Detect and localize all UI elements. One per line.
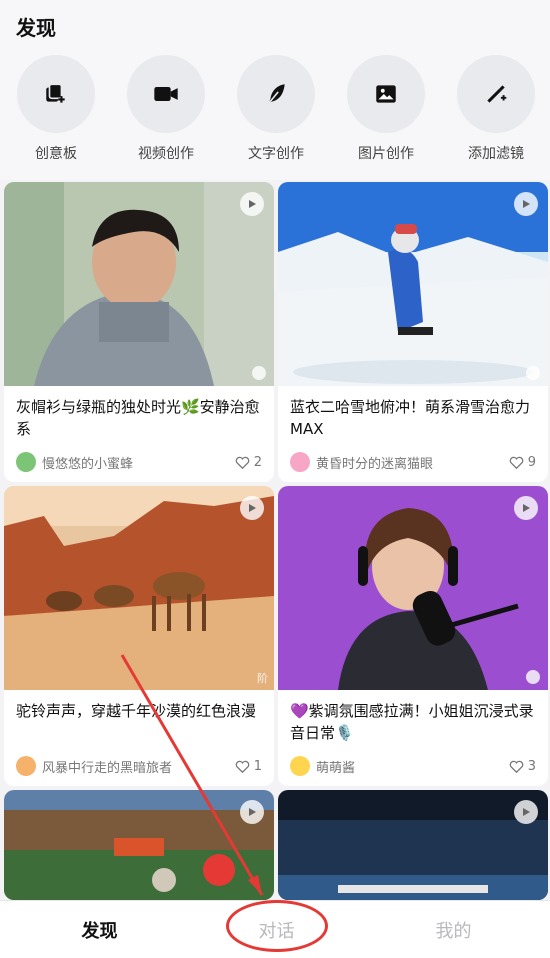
heart-icon [509,760,524,773]
author-name[interactable]: 黄昏时分的迷离猫眼 [316,453,503,472]
play-icon [240,496,264,520]
tool-creative-board[interactable]: 创意板 [6,55,106,163]
highlight-ellipse [226,900,328,952]
play-icon [514,496,538,520]
video-thumbnail[interactable] [278,182,548,386]
video-thumbnail[interactable] [278,790,548,900]
like-count: 1 [253,758,262,774]
feed-grid: 灰帽衫与绿瓶的独处时光🌿安静治愈系 慢悠悠的小蜜蜂 2 蓝衣二哈雪地俯冲！萌系滑… [0,180,550,900]
tool-label: 创意板 [35,146,77,162]
thumbnail-image [4,790,274,900]
thumbnail-badge-icon [526,366,540,380]
feather-pen-icon [267,84,285,105]
card-title: 驼铃声声，穿越千年沙漠的红色浪漫 [16,702,257,720]
tool-label: 添加滤镜 [468,146,524,162]
play-icon [240,192,264,216]
play-icon [240,800,264,824]
video-thumbnail[interactable] [4,790,274,900]
tool-label: 图片创作 [358,146,414,162]
thumbnail-badge-icon [252,366,266,380]
avatar[interactable] [16,756,36,776]
play-icon [514,800,538,824]
magic-wand-icon [487,85,507,103]
page-title: 发现 [16,16,56,40]
like-button[interactable]: 2 [235,455,262,470]
like-button[interactable]: 3 [509,759,536,774]
thumbnail-image [278,790,548,900]
tool-label: 文字创作 [248,146,304,162]
like-count: 2 [253,454,262,470]
heart-icon [509,456,524,469]
thumbnail-image [4,182,274,386]
like-button[interactable]: 1 [235,759,262,774]
heart-icon [235,760,250,773]
like-button[interactable]: 9 [509,455,536,470]
tool-label: 视频创作 [138,146,194,162]
like-count: 3 [527,758,536,774]
author-name[interactable]: 萌萌酱 [316,757,503,776]
image-icon [376,85,396,103]
card-title: 灰帽衫与绿瓶的独处时光🌿安静治愈系 [16,398,260,438]
thumbnail-image [4,486,274,690]
top-section: 发现 创意板 视频创作 文字创作 图片创作 添加滤镜 [0,0,550,180]
feed-card[interactable]: 蓝衣二哈雪地俯冲！萌系滑雪治愈力MAX 黄昏时分的迷离猫眼 9 [278,182,548,482]
feed-card[interactable]: 灰帽衫与绿瓶的独处时光🌿安静治愈系 慢悠悠的小蜜蜂 2 [4,182,274,482]
tool-text-create[interactable]: 文字创作 [226,55,326,163]
video-thumbnail[interactable]: 阶 [4,486,274,690]
like-count: 9 [527,454,536,470]
tool-image-create[interactable]: 图片创作 [336,55,436,163]
heart-icon [235,456,250,469]
feed-card[interactable] [278,790,548,900]
avatar[interactable] [290,756,310,776]
creative-board-icon [46,83,65,103]
watermark: 阶 [257,672,268,685]
tab-discover[interactable]: 发现 [8,901,191,958]
video-thumbnail[interactable] [4,182,274,386]
creation-tools: 创意板 视频创作 文字创作 图片创作 添加滤镜 [0,55,550,175]
thumbnail-image [278,486,548,690]
tab-me[interactable]: 我的 [362,901,545,958]
tool-add-filter[interactable]: 添加滤镜 [446,55,546,163]
tool-video-create[interactable]: 视频创作 [116,55,216,163]
feed-card[interactable]: 阶 驼铃声声，穿越千年沙漠的红色浪漫 风暴中行走的黑暗旅者 1 [4,486,274,786]
card-title: 蓝衣二哈雪地俯冲！萌系滑雪治愈力MAX [290,398,531,438]
author-name[interactable]: 风暴中行走的黑暗旅者 [42,757,229,776]
avatar[interactable] [290,452,310,472]
feed-card[interactable]: 💜紫调氛围感拉满！小姐姐沉浸式录音日常🎙️ 萌萌酱 3 [278,486,548,786]
video-thumbnail[interactable] [278,486,548,690]
video-camera-icon [154,87,178,101]
thumbnail-image [278,182,548,386]
thumbnail-badge-icon [526,670,540,684]
author-name[interactable]: 慢悠悠的小蜜蜂 [42,453,229,472]
feed-card[interactable] [4,790,274,900]
card-title: 💜紫调氛围感拉满！小姐姐沉浸式录音日常🎙️ [290,702,534,742]
avatar[interactable] [16,452,36,472]
play-icon [514,192,538,216]
